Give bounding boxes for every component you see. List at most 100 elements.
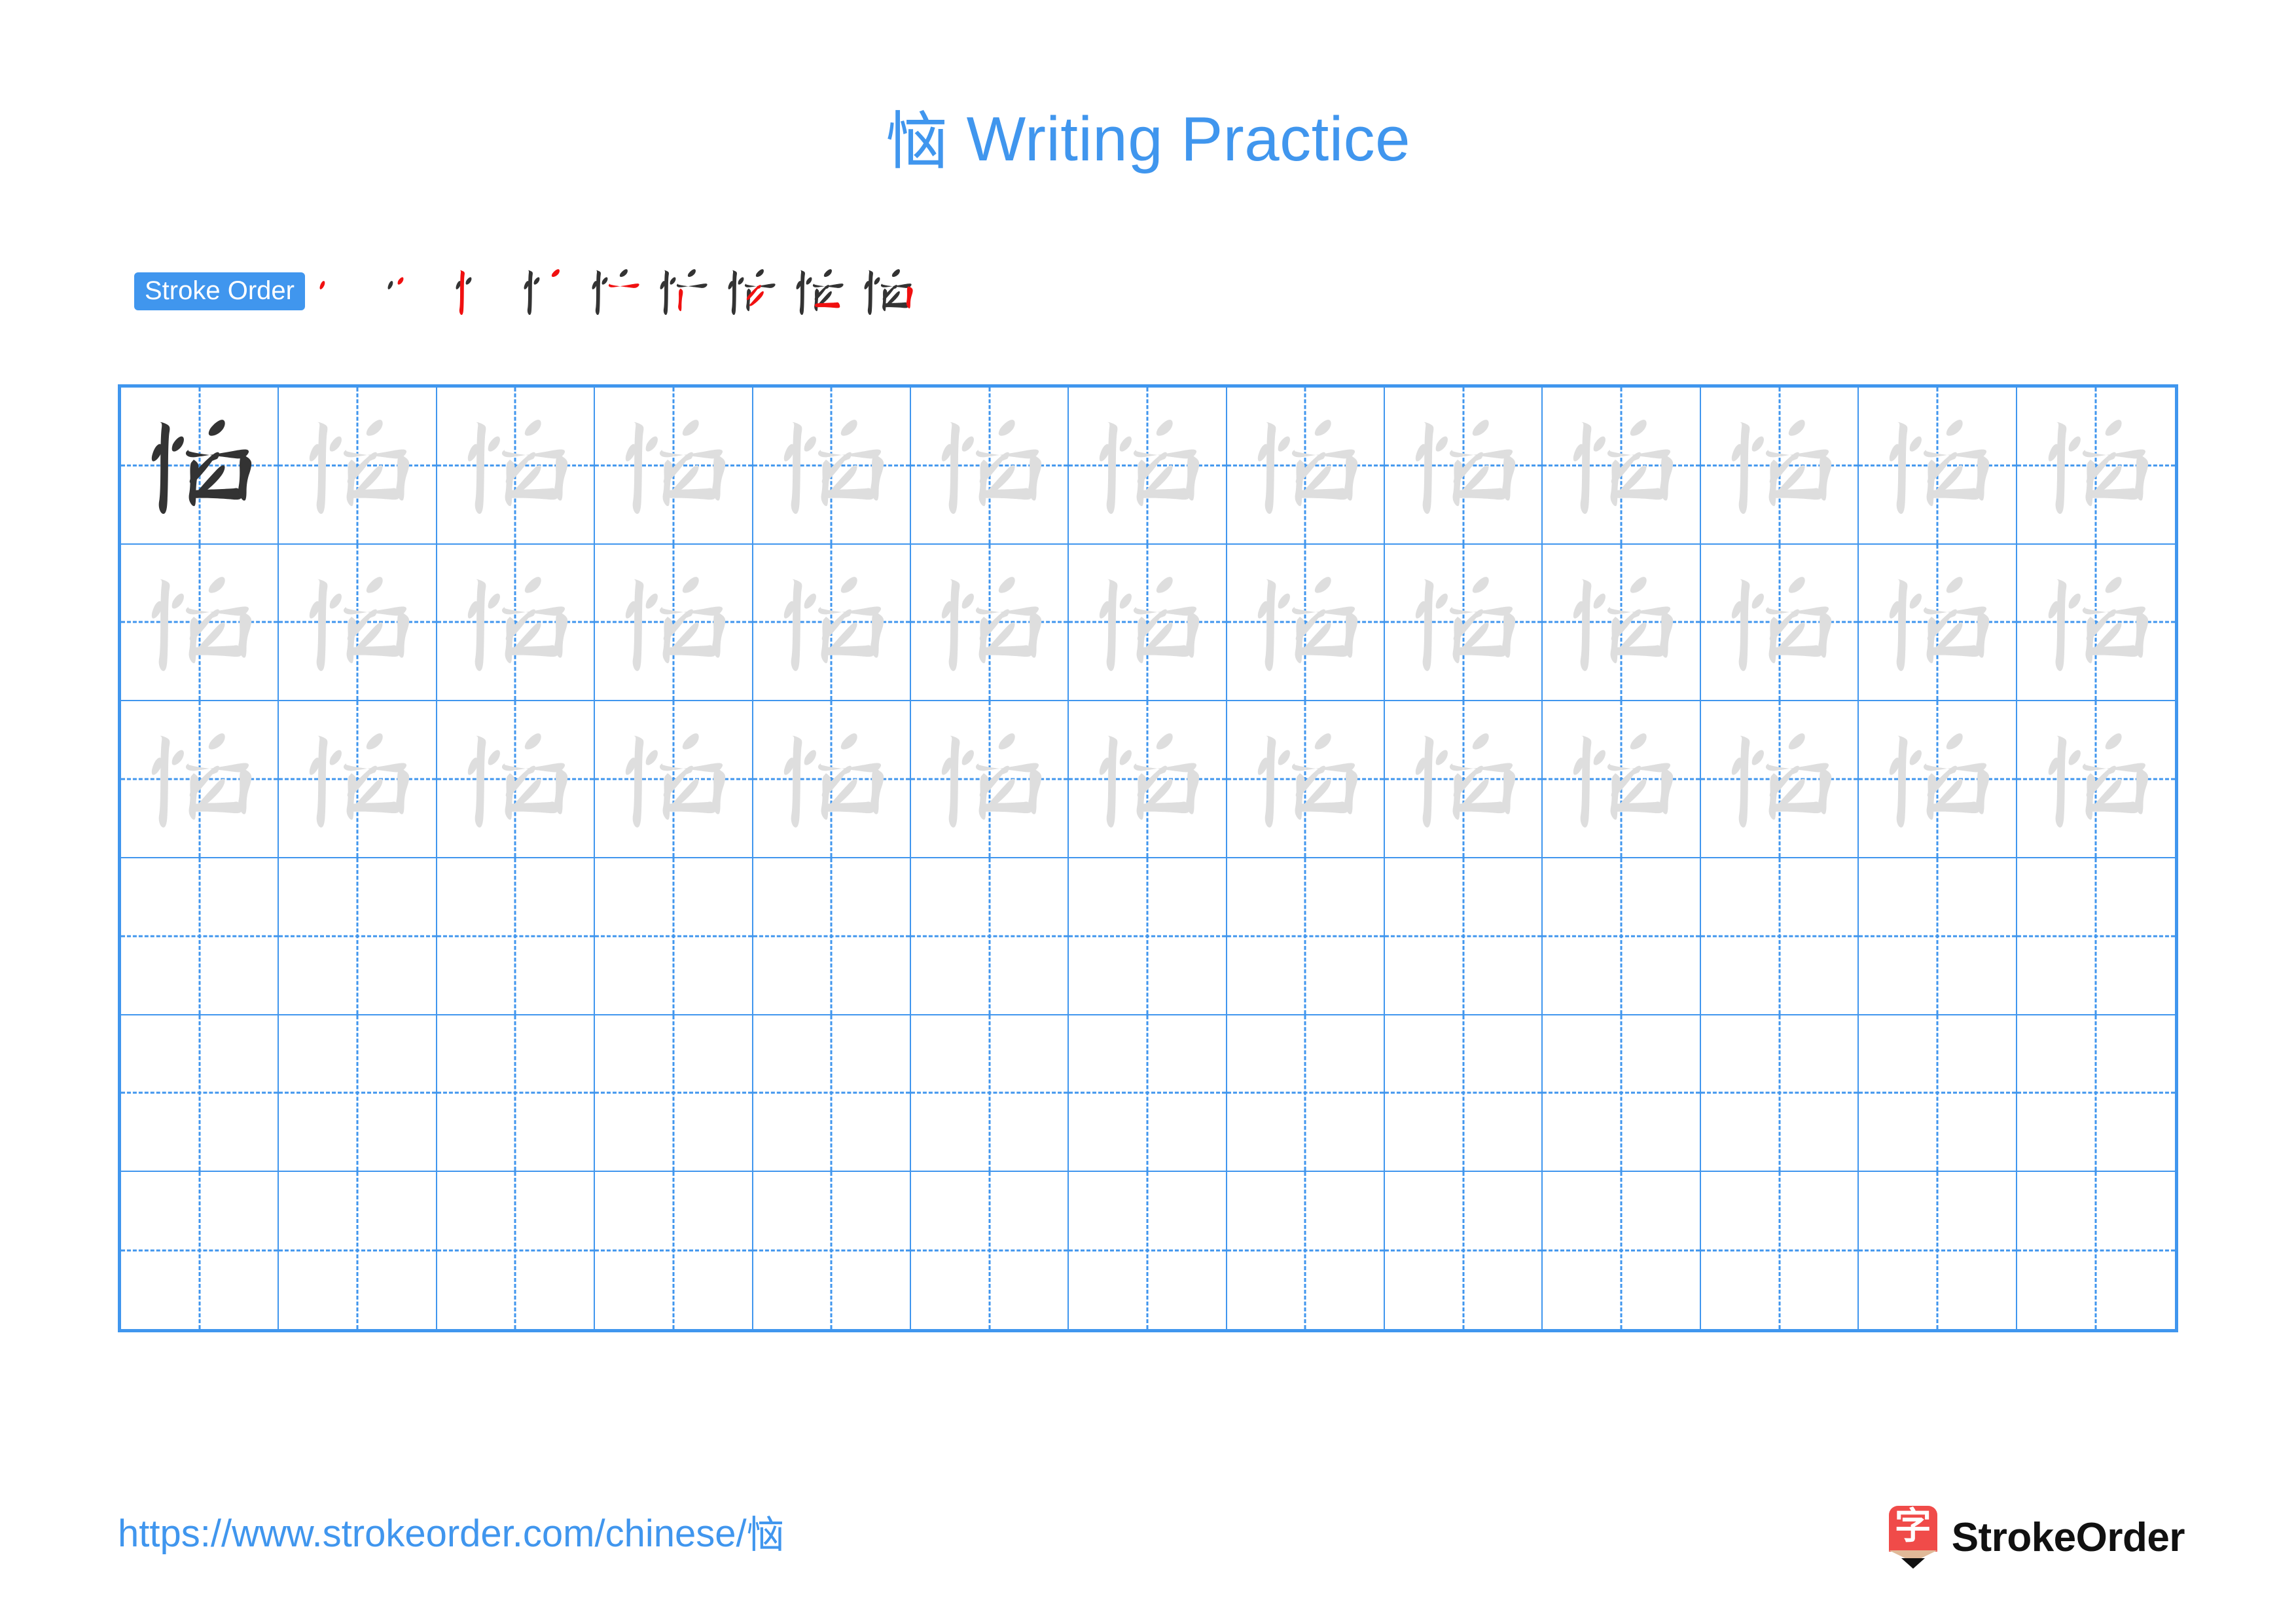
practice-cell-r3-c5[interactable] xyxy=(753,701,911,858)
practice-cell-r4-c9[interactable] xyxy=(1385,858,1543,1015)
stroke-4 xyxy=(682,733,699,750)
practice-cell-r5-c7[interactable] xyxy=(1069,1015,1227,1173)
character-glyph xyxy=(1100,733,1200,828)
practice-cell-r4-c10[interactable] xyxy=(1543,858,1701,1015)
practice-cell-r5-c12[interactable] xyxy=(1859,1015,2017,1173)
practice-cell-r6-c8[interactable] xyxy=(1227,1172,1386,1329)
practice-cell-r3-c12[interactable] xyxy=(1859,701,2017,858)
practice-cell-r1-c7[interactable] xyxy=(1069,388,1227,545)
practice-cell-r2-c4[interactable] xyxy=(595,544,753,702)
practice-cell-r2-c12[interactable] xyxy=(1859,544,2017,702)
character-glyph xyxy=(625,733,726,828)
practice-cell-r3-c7[interactable] xyxy=(1069,701,1227,858)
practice-cell-r1-c2[interactable] xyxy=(279,388,437,545)
url-character: 恼 xyxy=(746,1514,785,1556)
practice-cell-r4-c5[interactable] xyxy=(753,858,911,1015)
tracing-character xyxy=(603,395,744,536)
practice-cell-r6-c5[interactable] xyxy=(753,1172,911,1329)
practice-cell-r1-c13[interactable] xyxy=(2017,388,2175,545)
practice-cell-r4-c12[interactable] xyxy=(1859,858,2017,1015)
stroke-4 xyxy=(208,576,225,593)
practice-cell-r2-c9[interactable] xyxy=(1385,544,1543,702)
practice-cell-r6-c6[interactable] xyxy=(911,1172,1069,1329)
practice-cell-r1-c3[interactable] xyxy=(437,388,596,545)
tracing-character xyxy=(1077,553,1217,693)
practice-cell-r5-c13[interactable] xyxy=(2017,1015,2175,1173)
practice-cell-r3-c1[interactable] xyxy=(121,701,279,858)
practice-cell-r5-c4[interactable] xyxy=(595,1015,753,1173)
source-url-link[interactable]: https://www.strokeorder.com/chinese/恼 xyxy=(118,1511,785,1558)
character-glyph xyxy=(1257,733,1357,828)
practice-cell-r6-c3[interactable] xyxy=(437,1172,596,1329)
practice-cell-r4-c4[interactable] xyxy=(595,858,753,1015)
practice-cell-r1-c1[interactable] xyxy=(121,388,279,545)
practice-cell-r5-c10[interactable] xyxy=(1543,1015,1701,1173)
practice-cell-r6-c9[interactable] xyxy=(1385,1172,1543,1329)
practice-cell-r4-c3[interactable] xyxy=(437,858,596,1015)
practice-cell-r5-c9[interactable] xyxy=(1385,1015,1543,1173)
practice-cell-r2-c3[interactable] xyxy=(437,544,596,702)
practice-cell-r3-c8[interactable] xyxy=(1227,701,1386,858)
practice-cell-r2-c1[interactable] xyxy=(121,544,279,702)
stroke-4 xyxy=(840,420,857,436)
practice-grid[interactable] xyxy=(118,384,2178,1332)
practice-cell-r2-c7[interactable] xyxy=(1069,544,1227,702)
practice-cell-r5-c5[interactable] xyxy=(753,1015,911,1173)
practice-cell-r6-c4[interactable] xyxy=(595,1172,753,1329)
stroke-2 xyxy=(488,436,500,452)
stroke-4 xyxy=(2105,733,2122,750)
practice-cell-r2-c6[interactable] xyxy=(910,544,1069,702)
practice-cell-r2-c5[interactable] xyxy=(753,544,911,702)
practice-cell-r5-c2[interactable] xyxy=(279,1015,437,1173)
practice-cell-r5-c11[interactable] xyxy=(1700,1015,1859,1173)
practice-cell-r5-c1[interactable] xyxy=(121,1015,279,1173)
practice-cell-r6-c11[interactable] xyxy=(1701,1172,1859,1329)
practice-cell-r6-c1[interactable] xyxy=(121,1172,279,1329)
practice-cell-r1-c4[interactable] xyxy=(595,388,753,545)
practice-cell-r5-c8[interactable] xyxy=(1227,1015,1386,1173)
practice-cell-r4-c1[interactable] xyxy=(121,858,279,1015)
practice-cell-r1-c5[interactable] xyxy=(753,388,911,545)
stroke-9 xyxy=(1660,611,1674,658)
practice-cell-r3-c10[interactable] xyxy=(1543,701,1701,858)
practice-cell-r6-c12[interactable] xyxy=(1859,1172,2017,1329)
stroke-3 xyxy=(663,270,669,315)
practice-cell-r4-c8[interactable] xyxy=(1227,858,1386,1015)
practice-cell-r6-c2[interactable] xyxy=(279,1172,437,1329)
practice-cell-r2-c11[interactable] xyxy=(1700,544,1859,702)
practice-cell-r1-c8[interactable] xyxy=(1227,388,1386,545)
stroke-4 xyxy=(1788,420,1805,436)
stroke-3 xyxy=(527,270,533,315)
practice-cell-r3-c3[interactable] xyxy=(437,701,596,858)
stroke-4 xyxy=(998,576,1015,593)
practice-cell-r3-c11[interactable] xyxy=(1700,701,1859,858)
practice-cell-r3-c6[interactable] xyxy=(910,701,1069,858)
practice-cell-r4-c13[interactable] xyxy=(2017,858,2175,1015)
practice-cell-r2-c10[interactable] xyxy=(1543,544,1701,702)
practice-cell-r1-c11[interactable] xyxy=(1700,388,1859,545)
practice-cell-r4-c2[interactable] xyxy=(279,858,437,1015)
practice-cell-r4-c6[interactable] xyxy=(910,858,1069,1015)
character-glyph xyxy=(151,576,252,671)
practice-cell-r1-c12[interactable] xyxy=(1859,388,2017,545)
practice-cell-r3-c2[interactable] xyxy=(279,701,437,858)
practice-cell-r3-c4[interactable] xyxy=(595,701,753,858)
stroke-3 xyxy=(1896,736,1908,828)
practice-cell-r3-c13[interactable] xyxy=(2017,701,2175,858)
practice-cell-r5-c6[interactable] xyxy=(910,1015,1069,1173)
practice-cell-r2-c2[interactable] xyxy=(279,544,437,702)
practice-cell-r6-c10[interactable] xyxy=(1543,1172,1701,1329)
practice-cell-r6-c13[interactable] xyxy=(2017,1172,2175,1329)
brand-logo[interactable]: 字 StrokeOrder xyxy=(1888,1506,2185,1569)
stroke-9 xyxy=(2134,611,2148,658)
practice-cell-r5-c3[interactable] xyxy=(437,1015,596,1173)
practice-cell-r1-c6[interactable] xyxy=(910,388,1069,545)
practice-cell-r2-c8[interactable] xyxy=(1227,544,1386,702)
practice-cell-r4-c7[interactable] xyxy=(1069,858,1227,1015)
practice-cell-r3-c9[interactable] xyxy=(1385,701,1543,858)
practice-cell-r6-c7[interactable] xyxy=(1069,1172,1227,1329)
practice-cell-r1-c10[interactable] xyxy=(1543,388,1701,545)
practice-cell-r2-c13[interactable] xyxy=(2017,545,2175,702)
practice-cell-r1-c9[interactable] xyxy=(1385,388,1543,545)
practice-cell-r4-c11[interactable] xyxy=(1700,858,1859,1015)
